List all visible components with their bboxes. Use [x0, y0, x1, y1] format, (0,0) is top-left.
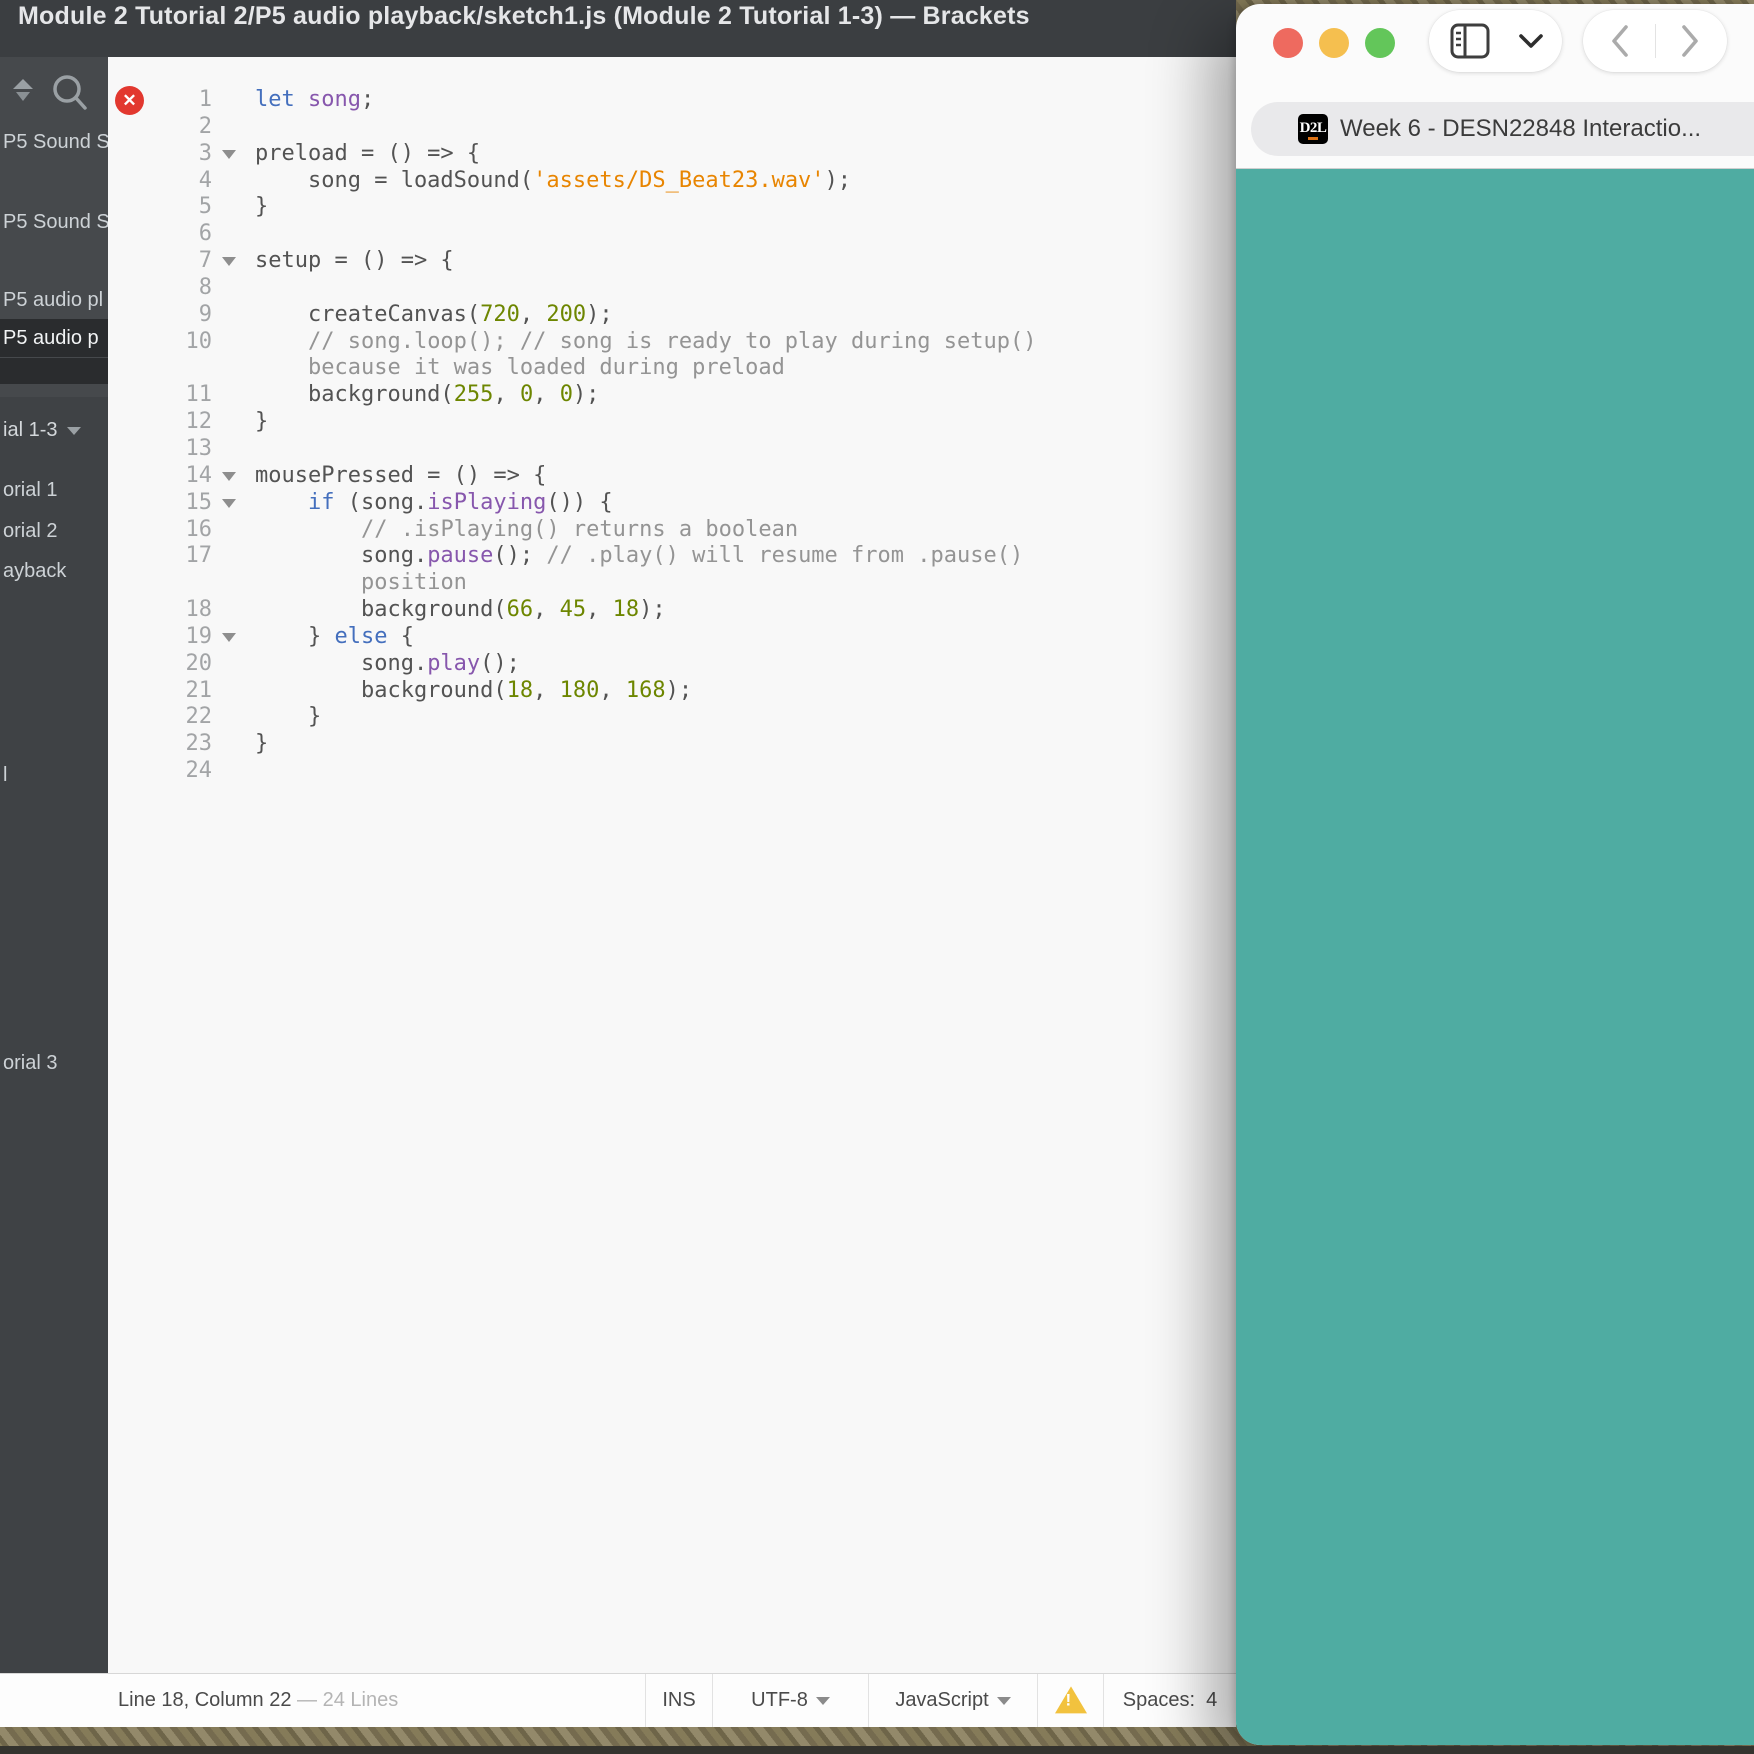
code-row: 7setup = () => { — [108, 248, 1236, 275]
code-row: 11 background(255, 0, 0); — [108, 382, 1236, 409]
tab-title: Week 6 - DESN22848 Interactio... — [1340, 102, 1701, 156]
safari-window: D2L Week 6 - DESN22848 Interactio... — [1236, 4, 1754, 1745]
project-tree-item[interactable]: ayback — [0, 552, 108, 590]
fold-arrow-icon[interactable] — [222, 150, 236, 159]
code-row: 14mousePressed = () => { — [108, 463, 1236, 490]
project-dropdown[interactable]: ial 1-3 — [0, 411, 108, 449]
working-file-item[interactable] — [0, 358, 108, 384]
code-row: 8 — [108, 275, 1236, 302]
code-row: ✕1let song; — [108, 87, 1236, 114]
code-row: 3preload = () => { — [108, 141, 1236, 168]
code-row: 9 createCanvas(720, 200); — [108, 302, 1236, 329]
search-icon[interactable] — [48, 71, 92, 115]
sidebar-toggle-icon[interactable] — [1449, 22, 1491, 60]
code-row: 10 // song.loop(); // song is ready to p… — [108, 329, 1236, 356]
code-row: 24 — [108, 758, 1236, 785]
code-editor[interactable]: ✕1let song;23preload = () => {4 song = l… — [108, 57, 1236, 1673]
sidebar-toolbar — [0, 69, 108, 113]
project-tree-item[interactable]: orial 3 — [0, 1044, 108, 1082]
tab-bar: D2L Week 6 - DESN22848 Interactio... — [1236, 100, 1754, 168]
code-row: because it was loaded during preload — [108, 355, 1236, 382]
sidebar-toggle-group — [1429, 10, 1562, 72]
status-bar: Line 18, Column 22 — 24 Lines INS UTF-8 … — [0, 1673, 1236, 1727]
code-row: 22 } — [108, 704, 1236, 731]
fold-arrow-icon[interactable] — [222, 499, 236, 508]
window-title: Module 2 Tutorial 2/P5 audio playback/sk… — [18, 2, 1030, 31]
zoom-button[interactable] — [1365, 28, 1395, 58]
code-row: 21 background(18, 180, 168); — [108, 678, 1236, 705]
fold-arrow-icon[interactable] — [222, 257, 236, 266]
browser-content — [1236, 168, 1754, 1745]
warning-icon — [1055, 1686, 1087, 1713]
code-row: 17 song.pause(); // .play() will resume … — [108, 543, 1236, 570]
code-row: position — [108, 570, 1236, 597]
code-row: 16 // .isPlaying() returns a boolean — [108, 517, 1236, 544]
code-row: 19 } else { — [108, 624, 1236, 651]
code-row: 6 — [108, 221, 1236, 248]
error-icon[interactable]: ✕ — [115, 86, 144, 115]
encoding-dropdown[interactable]: UTF-8 — [712, 1674, 868, 1727]
code-row: 15 if (song.isPlaying()) { — [108, 490, 1236, 517]
close-button[interactable] — [1273, 28, 1303, 58]
line-count: — 24 Lines — [297, 1689, 398, 1711]
lint-warning-button[interactable] — [1037, 1674, 1103, 1727]
window-titlebar: Module 2 Tutorial 2/P5 audio playback/sk… — [0, 0, 1236, 57]
fold-arrow-icon[interactable] — [222, 633, 236, 642]
indent-spaces-setting[interactable]: Spaces: 4 — [1103, 1674, 1236, 1727]
file-sidebar: P5 Sound SP5 Sound SyP5 audio plP5 audio… — [0, 57, 108, 1673]
divider — [1655, 24, 1656, 58]
code-row: 23} — [108, 731, 1236, 758]
working-file-item[interactable]: P5 Sound S — [0, 123, 108, 161]
d2l-favicon: D2L — [1298, 114, 1328, 144]
chevron-down-icon — [997, 1697, 1011, 1705]
working-file-item[interactable]: P5 audio pl — [0, 281, 108, 319]
code-row: 2 — [108, 114, 1236, 141]
back-icon[interactable] — [1609, 24, 1631, 58]
project-tree-item[interactable]: orial 2 — [0, 512, 108, 550]
code-row: 13 — [108, 436, 1236, 463]
project-tree-item[interactable]: orial 1 — [0, 471, 108, 509]
sort-icon[interactable] — [13, 79, 35, 105]
fold-arrow-icon[interactable] — [222, 472, 236, 481]
code-row: 5} — [108, 194, 1236, 221]
project-tree-item[interactable]: l — [0, 756, 108, 794]
chevron-down-icon[interactable] — [1517, 32, 1545, 50]
code-row: 4 song = loadSound('assets/DS_Beat23.wav… — [108, 168, 1236, 195]
code-row: 18 background(66, 45, 18); — [108, 597, 1236, 624]
language-dropdown[interactable]: JavaScript — [868, 1674, 1037, 1727]
code-row: 12} — [108, 409, 1236, 436]
tab-week6[interactable]: D2L Week 6 - DESN22848 Interactio... — [1251, 102, 1754, 156]
chevron-down-icon — [67, 427, 81, 435]
code-row: 20 song.play(); — [108, 651, 1236, 678]
minimize-button[interactable] — [1319, 28, 1349, 58]
cursor-position: Line 18, Column 22 — 24 Lines — [118, 1674, 398, 1727]
working-file-item[interactable]: P5 Sound Sy — [0, 203, 108, 241]
navigation-group — [1583, 10, 1727, 72]
insert-mode-toggle[interactable]: INS — [645, 1674, 712, 1727]
forward-icon[interactable] — [1679, 24, 1701, 58]
working-file-item[interactable]: P5 audio p — [0, 319, 108, 357]
desktop-edge — [0, 1746, 1754, 1754]
brackets-window: Module 2 Tutorial 2/P5 audio playback/sk… — [0, 0, 1236, 1727]
chevron-down-icon — [816, 1697, 830, 1705]
